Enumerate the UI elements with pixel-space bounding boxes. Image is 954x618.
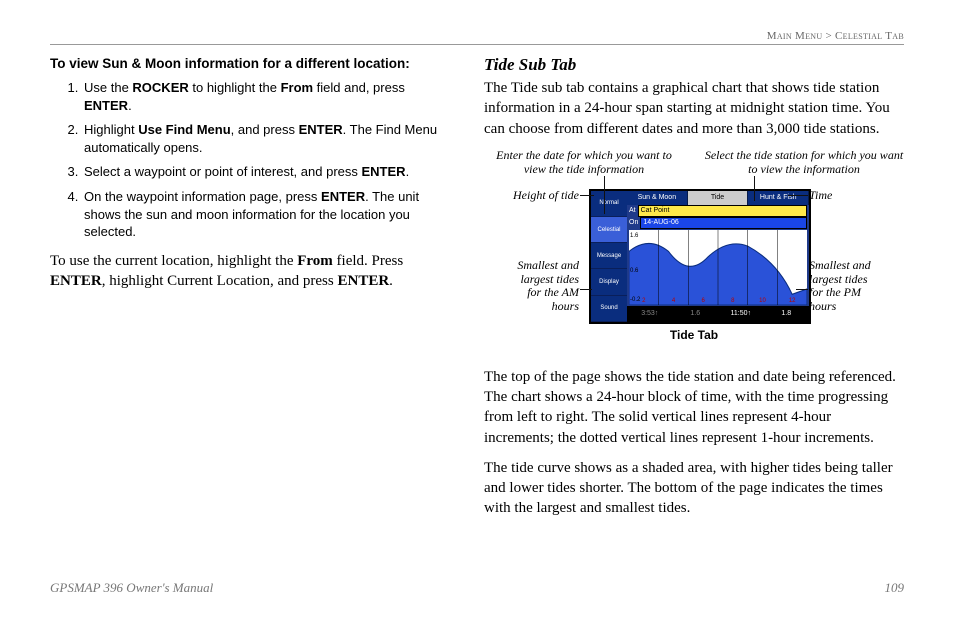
leader-line [580, 195, 594, 196]
breadcrumb: Main Menu > Celestial Tab [767, 30, 904, 42]
side-display: Display [591, 269, 627, 295]
device-footer: 3:53↑ 1.6 11:50↑ 1.8 [627, 306, 809, 322]
callout-top-left: Enter the date for which you want to vie… [484, 149, 684, 177]
device-main: Sun & Moon Tide Hunt & Fish At Cat Point… [627, 191, 809, 322]
step-1: Use the ROCKER to highlight the From fie… [82, 79, 450, 114]
side-message: Message [591, 243, 627, 269]
breadcrumb-left: Main Menu [767, 30, 823, 42]
callout-top-right: Select the tide station for which you wa… [704, 149, 904, 177]
date-field: 14-AUG-06 [640, 217, 807, 229]
leader-line [580, 289, 592, 290]
device-screenshot: Normal Celestial Message Display Sound S… [589, 189, 811, 324]
step-2: Highlight Use Find Menu, and press ENTER… [82, 121, 450, 156]
page-footer: GPSMAP 396 Owner's Manual 109 [50, 580, 904, 596]
side-celestial: Celestial [591, 217, 627, 243]
right-column: Tide Sub Tab The Tide sub tab contains a… [484, 55, 904, 529]
station-field: Cat Point [638, 205, 807, 217]
side-normal: Normal [591, 191, 627, 217]
leader-line [788, 195, 808, 196]
leader-line [604, 176, 605, 214]
leader-line [796, 289, 808, 290]
breadcrumb-right: Celestial Tab [835, 30, 904, 42]
figure-caption: Tide Tab [484, 327, 904, 343]
tide-chart: 1.6 0.6 -0.2 2 4 6 8 10 12 [629, 230, 807, 305]
footer-left: GPSMAP 396 Owner's Manual [50, 580, 213, 596]
left-column: To view Sun & Moon information for a dif… [50, 55, 450, 529]
callout-am: Smallest and largest tides for the AM ho… [484, 259, 579, 314]
procedure-steps: Use the ROCKER to highlight the From fie… [50, 79, 450, 240]
callout-time: Time [809, 189, 904, 203]
section-heading: Tide Sub Tab [484, 55, 904, 75]
tab-sun-moon: Sun & Moon [627, 191, 688, 205]
breadcrumb-sep: > [825, 30, 832, 42]
leader-line [754, 176, 755, 201]
intro-paragraph: The Tide sub tab contains a graphical ch… [484, 78, 904, 139]
figure-wrap: Enter the date for which you want to vie… [484, 149, 904, 359]
callout-height: Height of tide [484, 189, 579, 203]
step-3: Select a waypoint or point of interest, … [82, 163, 450, 181]
paragraph-3: The tide curve shows as a shaded area, w… [484, 458, 904, 519]
tab-tide: Tide [688, 191, 749, 205]
device-sidebar: Normal Celestial Message Display Sound [591, 191, 627, 322]
procedure-heading: To view Sun & Moon information for a dif… [50, 55, 450, 73]
header-rule [50, 44, 904, 45]
paragraph-2: The top of the page shows the tide stati… [484, 367, 904, 448]
page-number: 109 [885, 580, 905, 596]
left-paragraph: To use the current location, highlight t… [50, 251, 450, 292]
step-4: On the waypoint information page, press … [82, 188, 450, 241]
callout-pm: Smallest and largest tides for the PM ho… [809, 259, 904, 314]
tab-hunt-fish: Hunt & Fish [748, 191, 809, 205]
side-sound: Sound [591, 296, 627, 322]
